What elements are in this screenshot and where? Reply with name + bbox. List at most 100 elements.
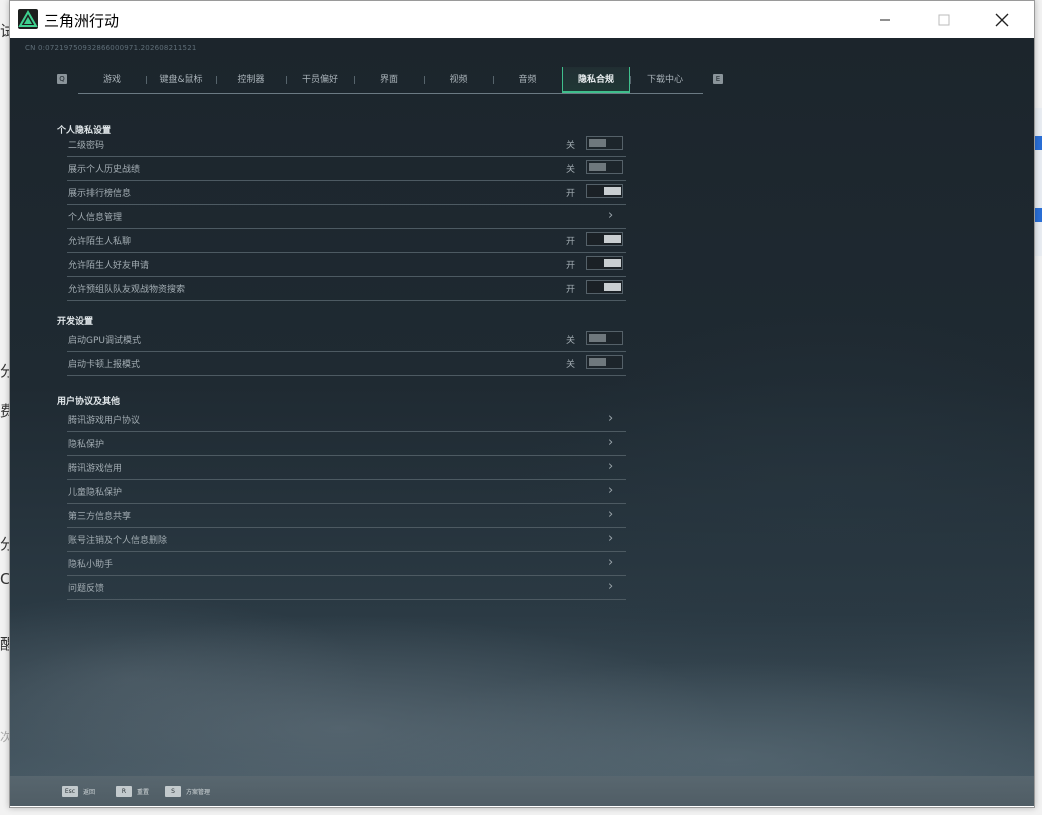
setting-toggle[interactable]	[586, 184, 623, 198]
setting-state-text: 关	[566, 336, 576, 346]
minimize-button[interactable]	[862, 1, 908, 38]
setting-row[interactable]: 启动GPU调试模式 关	[67, 328, 626, 352]
setting-row[interactable]: 个人信息管理 ›	[67, 205, 626, 229]
settings-tabs: Q 游戏 键盘&鼠标 控制器 干员偏好 界面 视频 音频 隐私合规 下载中心 E	[57, 67, 723, 94]
setting-toggle[interactable]	[586, 232, 623, 246]
setting-row[interactable]: 问题反馈 ›	[67, 576, 626, 600]
chevron-right-icon[interactable]: ›	[608, 531, 613, 546]
setting-label: 第三方信息共享	[68, 512, 132, 522]
section-title-agreements: 用户协议及其他	[57, 397, 121, 407]
chevron-right-icon[interactable]: ›	[608, 579, 613, 594]
toggle-knob	[604, 283, 621, 291]
maximize-button[interactable]	[921, 1, 967, 38]
footer-action[interactable]: S 方案管理	[165, 785, 210, 797]
footer-label: 重置	[137, 788, 150, 796]
setting-state-text: 开	[566, 285, 576, 295]
setting-label: 允许预组队队友观战物资搜索	[68, 285, 186, 295]
setting-label: 二级密码	[68, 141, 105, 151]
chevron-right-icon[interactable]: ›	[608, 507, 613, 522]
setting-row[interactable]: 允许预组队队友观战物资搜索 开	[67, 277, 626, 301]
setting-label: 账号注销及个人信息删除	[68, 536, 168, 546]
setting-row[interactable]: 隐私小助手 ›	[67, 552, 626, 576]
setting-row[interactable]: 展示排行榜信息 开	[67, 181, 626, 205]
chevron-right-icon[interactable]: ›	[608, 208, 613, 223]
setting-row[interactable]: 儿童隐私保护 ›	[67, 480, 626, 504]
tab-1[interactable]: 键盘&鼠标	[146, 67, 216, 93]
setting-toggle[interactable]	[586, 280, 623, 294]
footer-bar: Esc 返回 R 重置 S 方案管理	[10, 776, 1034, 806]
setting-label: 腾讯游戏用户协议	[68, 416, 141, 426]
setting-row[interactable]: 账号注销及个人信息删除 ›	[67, 528, 626, 552]
setting-row[interactable]: 启动卡顿上报模式 关	[67, 352, 626, 376]
toggle-knob	[604, 235, 621, 243]
tab-next-key[interactable]: E	[713, 74, 723, 84]
setting-label: 个人信息管理	[68, 213, 123, 223]
setting-row[interactable]: 隐私保护 ›	[67, 432, 626, 456]
app-logo-icon	[18, 9, 38, 29]
tab-prev-key[interactable]: Q	[57, 74, 67, 84]
setting-state-text: 关	[566, 165, 576, 175]
close-button[interactable]	[979, 1, 1025, 38]
toggle-knob	[589, 139, 606, 147]
setting-row[interactable]: 展示个人历史战绩 关	[67, 157, 626, 181]
setting-row[interactable]: 第三方信息共享 ›	[67, 504, 626, 528]
toggle-knob	[604, 187, 621, 195]
setting-label: 启动GPU调试模式	[68, 336, 141, 346]
tab-0[interactable]: 游戏	[78, 67, 146, 93]
setting-label: 展示排行榜信息	[68, 189, 132, 199]
tab-7[interactable]: 隐私合规	[562, 67, 630, 93]
footer-key: R	[116, 785, 132, 797]
chevron-right-icon[interactable]: ›	[608, 435, 613, 450]
setting-label: 允许陌生人好友申请	[68, 261, 150, 271]
tab-2[interactable]: 控制器	[216, 67, 286, 93]
tab-4[interactable]: 界面	[354, 67, 424, 93]
setting-label: 隐私小助手	[68, 560, 114, 570]
tab-strip: 游戏 键盘&鼠标 控制器 干员偏好 界面 视频 音频 隐私合规 下载中心	[78, 67, 703, 94]
setting-state-text: 开	[566, 261, 576, 271]
setting-label: 腾讯游戏信用	[68, 464, 123, 474]
footer-action[interactable]: R 重置	[116, 785, 149, 797]
setting-label: 儿童隐私保护	[68, 488, 123, 498]
maximize-icon	[938, 14, 950, 25]
setting-label: 问题反馈	[68, 584, 105, 594]
setting-row[interactable]: 二级密码 关	[67, 133, 626, 157]
tab-5[interactable]: 视频	[424, 67, 493, 93]
setting-label: 允许陌生人私聊	[68, 237, 132, 247]
toggle-knob	[604, 259, 621, 267]
setting-row[interactable]: 允许陌生人好友申请 开	[67, 253, 626, 277]
close-icon	[995, 13, 1009, 26]
setting-state-text: 关	[566, 360, 576, 370]
chevron-right-icon[interactable]: ›	[608, 411, 613, 426]
footer-key: Esc	[62, 785, 78, 797]
window-title: 三角洲行动	[44, 12, 120, 30]
game-window: 三角洲行动 CN 0:07219750932866000971.20260821…	[9, 0, 1035, 808]
tab-6[interactable]: 音频	[493, 67, 562, 93]
setting-row[interactable]: 允许陌生人私聊 开	[67, 229, 626, 253]
footer-action[interactable]: Esc 返回	[62, 785, 95, 797]
setting-toggle[interactable]	[586, 331, 623, 345]
title-bar[interactable]: 三角洲行动	[10, 1, 1034, 38]
setting-label: 启动卡顿上报模式	[68, 360, 141, 370]
tab-8[interactable]: 下载中心	[630, 67, 700, 93]
setting-state-text: 开	[566, 189, 576, 199]
game-client-area: CN 0:07219750932866000971.202608211521 Q…	[10, 38, 1034, 806]
chevron-right-icon[interactable]: ›	[608, 459, 613, 474]
setting-toggle[interactable]	[586, 160, 623, 174]
setting-row[interactable]: 腾讯游戏信用 ›	[67, 456, 626, 480]
toggle-knob	[589, 163, 606, 171]
toggle-knob	[589, 334, 606, 342]
footer-label: 方案管理	[186, 788, 211, 796]
setting-toggle[interactable]	[586, 136, 623, 150]
setting-state-text: 关	[566, 141, 576, 151]
chevron-right-icon[interactable]: ›	[608, 555, 613, 570]
build-id: CN 0:07219750932866000971.202608211521	[25, 44, 197, 52]
setting-toggle[interactable]	[586, 256, 623, 270]
chevron-right-icon[interactable]: ›	[608, 483, 613, 498]
setting-toggle[interactable]	[586, 355, 623, 369]
setting-state-text: 开	[566, 237, 576, 247]
tab-3[interactable]: 干员偏好	[286, 67, 354, 93]
toggle-knob	[589, 358, 606, 366]
setting-row[interactable]: 腾讯游戏用户协议 ›	[67, 408, 626, 432]
footer-label: 返回	[83, 788, 96, 796]
setting-label: 展示个人历史战绩	[68, 165, 141, 175]
